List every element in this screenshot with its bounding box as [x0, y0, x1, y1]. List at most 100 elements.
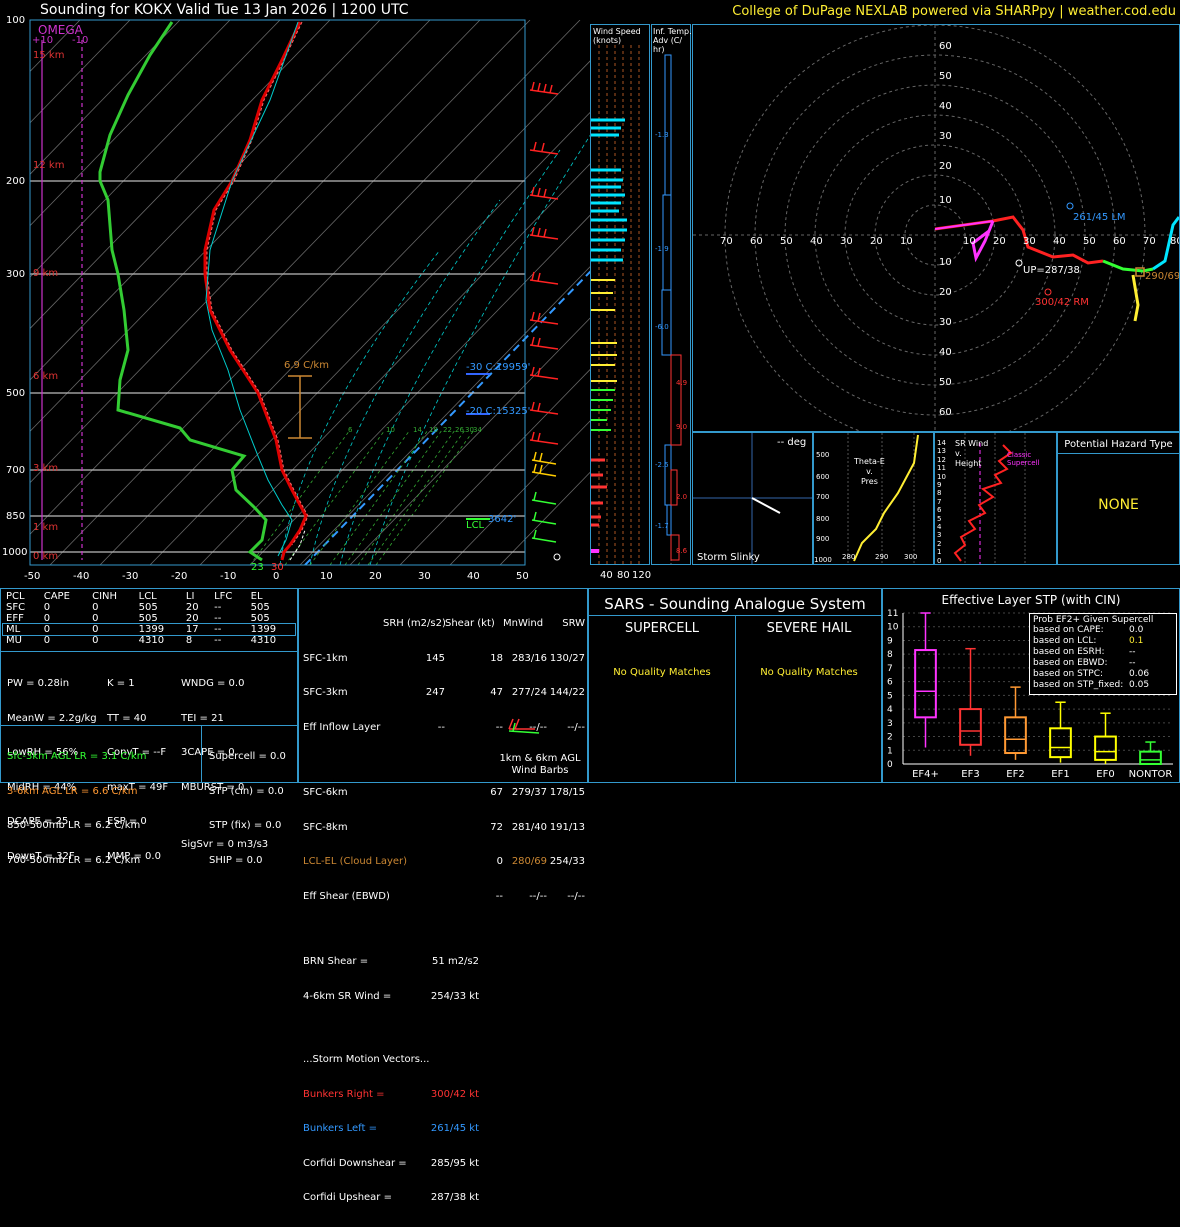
- table-row[interactable]: SFC-3km 247 47 277/24 144/22: [303, 687, 585, 699]
- stp-y-tick: 4: [887, 705, 893, 715]
- storm-slinky-panel: -- deg Storm Slinky: [692, 432, 813, 565]
- table-cell: 0: [43, 635, 51, 646]
- stp-category-label: EF3: [961, 769, 979, 780]
- table-row[interactable]: SFC 0 0 505 20 -- 505: [3, 602, 295, 613]
- hodo-axis: 40: [810, 236, 823, 247]
- corfidi-up-value: 287/38 kt: [430, 1192, 479, 1203]
- t-tick-40: 40: [467, 571, 480, 582]
- kinematics-table: SRH (m2/s2) Shear (kt) MnWind SRW SFC-1k…: [303, 595, 585, 1227]
- adv-label: 8.6: [676, 547, 688, 555]
- height-9km: 9 km: [33, 268, 59, 279]
- ws-tick-40: 40: [600, 570, 613, 581]
- prob-row: based on LCL: 0.1: [1033, 636, 1173, 647]
- table-cell: SFC-6km: [303, 787, 348, 798]
- stp-box: [1094, 735, 1117, 761]
- sr-y-tick: 11: [937, 464, 946, 473]
- mr-label: 6: [348, 426, 353, 434]
- table-cell: 145: [425, 652, 445, 664]
- table-cell: EFF: [6, 613, 24, 624]
- theta-x-tick: 280: [842, 553, 856, 561]
- kin-barbs-icon: [508, 718, 540, 734]
- corfidi-down-label: Corfidi Downshear =: [303, 1157, 407, 1169]
- parcel-header-row: PCL CAPE CINH LCL LI LFC EL: [3, 591, 295, 602]
- prob-label: based on EBWD:: [1033, 658, 1108, 668]
- prob-value: --: [1129, 647, 1136, 657]
- table-row[interactable]: SFC-1km 145 18 283/16 130/27: [303, 653, 585, 665]
- table-cell: 130/27: [549, 652, 585, 664]
- wind-speed-panel: Wind Speed (knots): [590, 24, 650, 565]
- p-tick-1000: 1000: [2, 547, 28, 558]
- table-row-selected[interactable]: ML 0 0 1399 17 -- 1399: [2, 623, 296, 636]
- stp-category-label: EF1: [1051, 769, 1069, 780]
- table-cell: 191/13: [549, 821, 585, 833]
- table-cell: --: [495, 890, 503, 902]
- parcel-header: CINH: [92, 591, 118, 602]
- stp-y-tick: 11: [887, 609, 898, 619]
- prob-label: based on CAPE:: [1033, 625, 1104, 635]
- stp-y-tick: 3: [887, 719, 893, 729]
- mr-label: 14: [413, 426, 422, 434]
- classic-supercell-label: Classic Supercell: [1007, 451, 1040, 467]
- table-cell: --/--: [567, 890, 585, 902]
- table-row[interactable]: EFF 0 0 505 20 -- 505: [3, 613, 295, 624]
- sr-wind-label: 4-6km SR Wind =: [303, 990, 392, 1002]
- table-cell: 0: [43, 624, 51, 635]
- mr-label: 10: [386, 426, 395, 434]
- sr-y-tick: 0: [937, 556, 942, 565]
- barbs-caption: 1km & 6km AGL Wind Barbs: [499, 753, 581, 776]
- bunkers-right-row: Bunkers Right = 300/42 kt: [303, 1089, 585, 1101]
- sr-y-tick: 14: [937, 439, 946, 447]
- prob-row: based on EBWD: --: [1033, 658, 1173, 669]
- bunkers-left-row: Bunkers Left = 261/45 kt: [303, 1123, 585, 1135]
- table-row[interactable]: MU 0 0 4310 8 -- 4310: [3, 635, 295, 646]
- adv-label: 2.0: [676, 493, 688, 501]
- sr-y-tick: 5: [937, 514, 942, 523]
- index-value: WNDG = 0.0: [181, 678, 245, 689]
- hodo-ring: 10: [939, 257, 952, 268]
- index-value: MeanW = 2.2g/kg: [7, 712, 97, 724]
- table-cell: --: [437, 721, 445, 733]
- sars-panel: SARS - Sounding Analogue System SUPERCEL…: [588, 588, 882, 783]
- table-cell: 67: [490, 787, 503, 798]
- table-cell: 505: [138, 613, 158, 624]
- stp-category-label: EF2: [1006, 769, 1024, 780]
- table-row[interactable]: Eff Shear (EBWD) -- --/-- --/--: [303, 891, 585, 903]
- right-mover-label: 300/42 RM: [1035, 297, 1089, 308]
- hazard-value: NONE: [1098, 497, 1139, 513]
- parcel-header: PCL: [6, 591, 25, 602]
- omega-right: -10: [72, 35, 89, 46]
- adv-label: -1.7: [655, 522, 669, 530]
- sr-y-tick: 1: [937, 548, 942, 557]
- parcel-header: CAPE: [43, 591, 70, 602]
- table-cell: 0: [92, 624, 99, 635]
- table-cell: 505: [138, 602, 158, 613]
- p-tick-850: 850: [6, 511, 26, 522]
- table-row[interactable]: SFC-8km 72 281/40 191/13: [303, 822, 585, 834]
- stp-y-tick: 9: [887, 636, 893, 646]
- table-row[interactable]: LCL-EL (Cloud Layer) 0 280/69 254/33: [303, 856, 585, 868]
- table-cell: 0: [496, 856, 503, 867]
- hodo-axis: 10: [963, 236, 976, 247]
- t-tick-m30: -30: [122, 571, 139, 582]
- hodo-axis: 30: [1023, 236, 1036, 247]
- t-tick-m20: -20: [171, 571, 188, 582]
- t-tick-m50: -50: [24, 571, 41, 582]
- slinky-deg: -- deg: [777, 437, 807, 448]
- omega-left: +10: [32, 35, 54, 46]
- table-cell: 0: [92, 602, 99, 613]
- composite-value: STP (fix) = 0.0: [209, 820, 282, 831]
- bunkers-left-value: 261/45 kt: [430, 1123, 479, 1134]
- surface-dewpoint: 23: [251, 562, 264, 573]
- hodo-ring: 30: [939, 317, 952, 328]
- table-cell: LCL-EL (Cloud Layer): [303, 856, 408, 867]
- theta-y-tick: 600: [816, 473, 830, 481]
- table-row[interactable]: SFC-6km 67 279/37 178/15: [303, 787, 585, 799]
- sars-hail-heading: SEVERE HAIL: [766, 621, 852, 636]
- theta-y-tick: 700: [816, 493, 830, 501]
- composite-value: STP (cin) = 0.0: [209, 785, 284, 797]
- stp-category-label: EF4+: [912, 769, 939, 780]
- composite-indices: Supercell = 0.0 STP (cin) = 0.0 STP (fix…: [209, 728, 286, 889]
- table-cell: --/--: [529, 890, 547, 902]
- kinematics-panel: SRH (m2/s2) Shear (kt) MnWind SRW SFC-1k…: [298, 588, 588, 1203]
- stp-y-tick: 1: [887, 746, 893, 756]
